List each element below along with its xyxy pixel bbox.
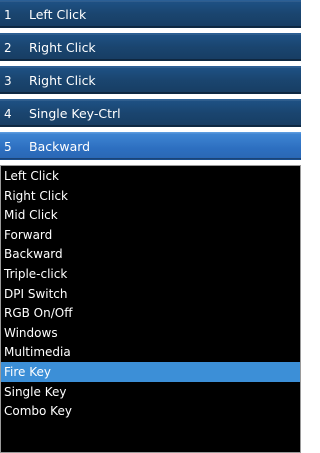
button-number: 5 <box>4 140 12 154</box>
button-function-label: Left Click <box>29 7 87 22</box>
button-number: 1 <box>4 8 12 22</box>
dropdown-option-left-click[interactable]: Left Click <box>1 166 300 186</box>
dropdown-option-dpi-switch[interactable]: DPI Switch <box>1 284 300 304</box>
button-number: 2 <box>4 41 12 55</box>
dropdown-option-windows[interactable]: Windows <box>1 323 300 343</box>
dropdown-option-fire-key[interactable]: Fire Key <box>1 361 300 382</box>
button-function-label: Backward <box>29 139 91 154</box>
button-row-3[interactable]: 3 Right Click <box>0 66 301 94</box>
mouse-button-list: 1 Left Click 2 Right Click 3 Right Click… <box>0 0 301 160</box>
dropdown-option-combo-key[interactable]: Combo Key <box>1 401 300 421</box>
dropdown-option-multimedia[interactable]: Multimedia <box>1 342 300 362</box>
dropdown-option-forward[interactable]: Forward <box>1 225 300 245</box>
button-row-1[interactable]: 1 Left Click <box>0 0 301 28</box>
button-mapping-panel: 1 Left Click 2 Right Click 3 Right Click… <box>0 0 302 453</box>
dropdown-option-triple-click[interactable]: Triple-click <box>1 264 300 284</box>
dropdown-option-mid-click[interactable]: Mid Click <box>1 205 300 225</box>
button-function-label: Right Click <box>29 73 96 88</box>
button-row-4[interactable]: 4 Single Key-Ctrl <box>0 99 301 127</box>
button-function-label: Right Click <box>29 40 96 55</box>
button-function-label: Single Key-Ctrl <box>29 106 121 121</box>
button-number: 3 <box>4 74 12 88</box>
button-number: 4 <box>4 107 12 121</box>
dropdown-option-backward[interactable]: Backward <box>1 244 300 264</box>
button-row-5[interactable]: 5 Backward <box>0 132 301 160</box>
dropdown-option-rgb-on-off[interactable]: RGB On/Off <box>1 303 300 323</box>
button-row-2[interactable]: 2 Right Click <box>0 33 301 61</box>
function-dropdown-list[interactable]: Left Click Right Click Mid Click Forward… <box>0 165 301 453</box>
dropdown-option-single-key[interactable]: Single Key <box>1 382 300 402</box>
dropdown-option-right-click[interactable]: Right Click <box>1 186 300 206</box>
